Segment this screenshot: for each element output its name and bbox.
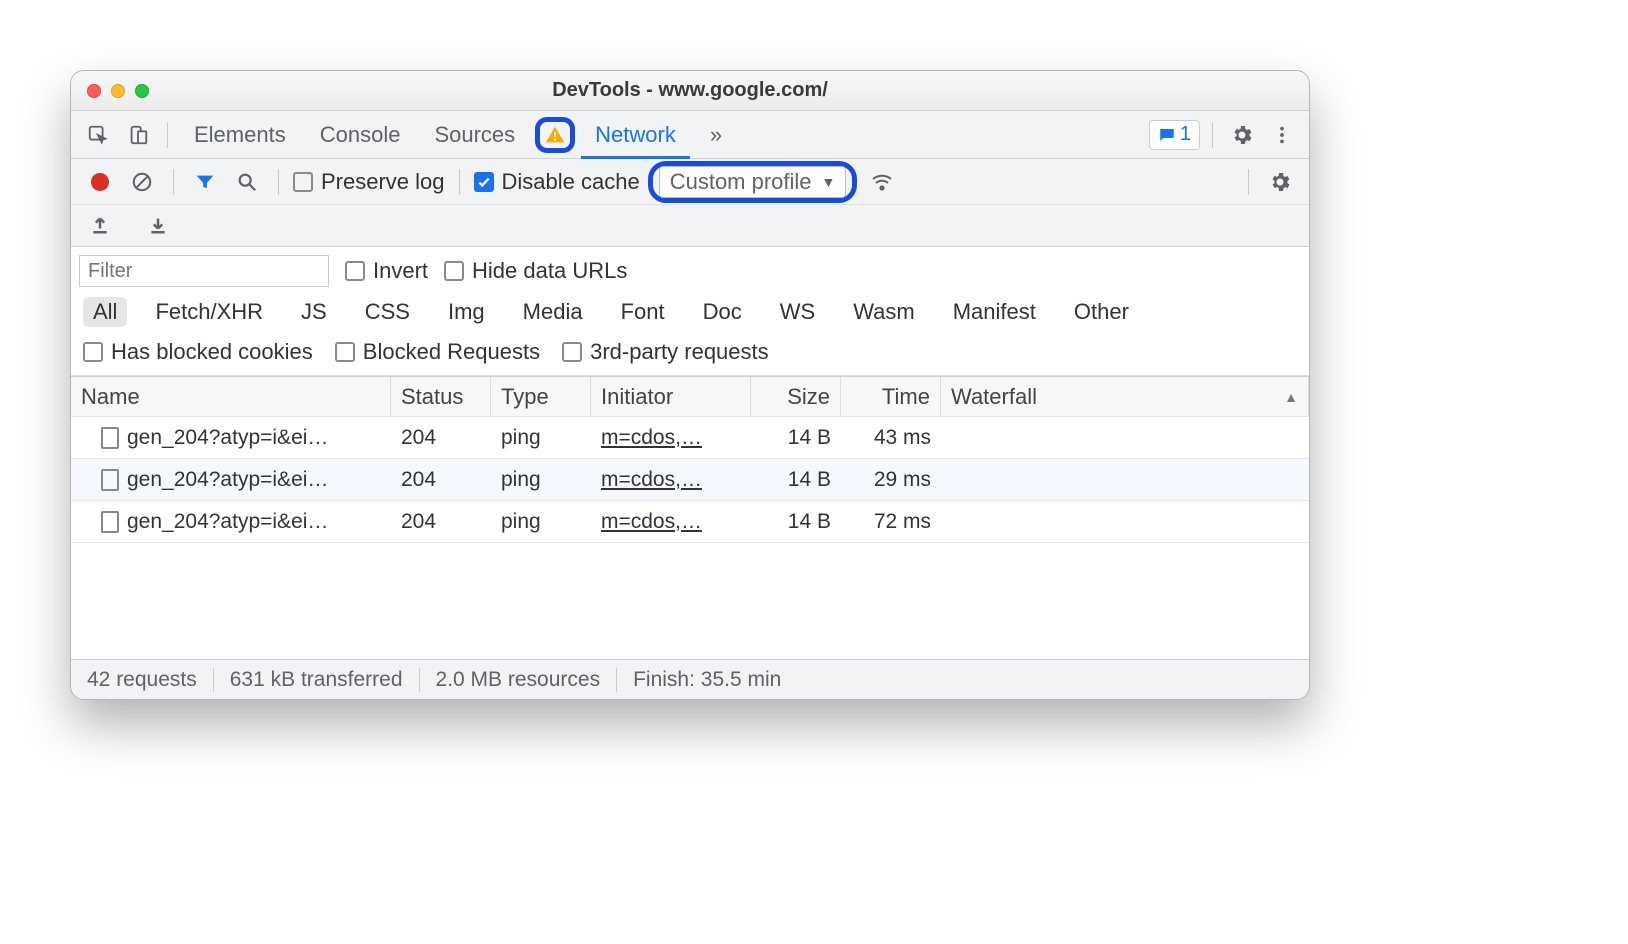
row-initiator[interactable]: m=cdos,… — [601, 510, 702, 534]
type-chip-img[interactable]: Img — [438, 297, 495, 327]
table-header: Name Status Type Initiator Size Time Wat… — [71, 377, 1309, 417]
network-settings-icon[interactable] — [1263, 165, 1297, 199]
filter-toggle-icon[interactable] — [188, 165, 222, 199]
type-chip-all[interactable]: All — [83, 297, 127, 327]
row-type: ping — [491, 417, 591, 458]
network-toolbar-2 — [71, 205, 1309, 247]
issues-count: 1 — [1180, 123, 1191, 146]
col-waterfall[interactable]: Waterfall▲ — [941, 377, 1309, 416]
throttle-highlight: Custom profile ▼ — [648, 161, 858, 203]
col-size[interactable]: Size — [751, 377, 841, 416]
warning-icon[interactable] — [544, 124, 566, 146]
col-type[interactable]: Type — [491, 377, 591, 416]
blocked-requests-checkbox[interactable]: Blocked Requests — [335, 339, 540, 365]
chevron-down-icon: ▼ — [822, 174, 836, 190]
type-chip-other[interactable]: Other — [1064, 297, 1139, 327]
preserve-log-checkbox[interactable]: Preserve log — [293, 169, 445, 195]
row-size: 14 B — [751, 459, 841, 500]
table-row[interactable]: gen_204?atyp=i&ei… 204ping m=cdos,… 14 B29 … — [71, 459, 1309, 501]
filter-input[interactable] — [79, 255, 329, 287]
type-chip-fetch-xhr[interactable]: Fetch/XHR — [145, 297, 273, 327]
import-har-icon[interactable] — [83, 209, 117, 243]
row-size: 14 B — [751, 417, 841, 458]
type-chip-wasm[interactable]: Wasm — [843, 297, 925, 327]
footer-requests: 42 requests — [71, 668, 214, 692]
tab-sources[interactable]: Sources — [420, 111, 529, 158]
row-name: gen_204?atyp=i&ei… — [127, 468, 328, 492]
row-time: 72 ms — [841, 501, 941, 542]
row-size: 14 B — [751, 501, 841, 542]
search-icon[interactable] — [230, 165, 264, 199]
row-waterfall — [941, 501, 1309, 542]
row-name: gen_204?atyp=i&ei… — [127, 510, 328, 534]
col-initiator[interactable]: Initiator — [591, 377, 751, 416]
warning-highlight — [535, 117, 575, 153]
inspect-icon[interactable] — [81, 118, 115, 152]
type-chip-doc[interactable]: Doc — [693, 297, 752, 327]
row-type: ping — [491, 459, 591, 500]
table-row[interactable]: gen_204?atyp=i&ei… 204ping m=cdos,… 14 B43 … — [71, 417, 1309, 459]
throttling-value: Custom profile — [670, 169, 812, 195]
row-status: 204 — [391, 417, 491, 458]
tab-network[interactable]: Network — [581, 111, 690, 158]
type-chip-js[interactable]: JS — [291, 297, 337, 327]
row-status: 204 — [391, 459, 491, 500]
tab-console[interactable]: Console — [306, 111, 415, 158]
tab-more[interactable]: » — [696, 111, 736, 158]
type-chip-manifest[interactable]: Manifest — [943, 297, 1046, 327]
footer-resources: 2.0 MB resources — [420, 668, 618, 692]
clear-button[interactable] — [125, 165, 159, 199]
window-title: DevTools - www.google.com/ — [71, 79, 1309, 102]
settings-icon[interactable] — [1225, 118, 1259, 152]
row-waterfall — [941, 459, 1309, 500]
export-har-icon[interactable] — [141, 209, 175, 243]
row-waterfall — [941, 417, 1309, 458]
record-button[interactable] — [83, 165, 117, 199]
has-blocked-cookies-checkbox[interactable]: Has blocked cookies — [83, 339, 313, 365]
col-name[interactable]: Name — [71, 377, 391, 416]
col-status[interactable]: Status — [391, 377, 491, 416]
footer-finish: Finish: 35.5 min — [617, 668, 797, 692]
tab-elements[interactable]: Elements — [180, 111, 300, 158]
disable-cache-checkbox[interactable]: Disable cache — [474, 169, 640, 195]
document-icon — [101, 469, 119, 491]
devtools-window: DevTools - www.google.com/ Elements Cons… — [70, 70, 1310, 700]
type-chip-css[interactable]: CSS — [355, 297, 420, 327]
table-row[interactable]: gen_204?atyp=i&ei… 204ping m=cdos,… 14 B72 … — [71, 501, 1309, 543]
filter-bar: Invert Hide data URLs All Fetch/XHR JS CSS I… — [71, 247, 1309, 376]
row-status: 204 — [391, 501, 491, 542]
col-time[interactable]: Time — [841, 377, 941, 416]
type-filter-chips: All Fetch/XHR JS CSS Img Media Font Doc WS Wasm Ma… — [79, 291, 1301, 333]
row-name: gen_204?atyp=i&ei… — [127, 426, 328, 450]
row-type: ping — [491, 501, 591, 542]
footer-transferred: 631 kB transferred — [214, 668, 420, 692]
disable-cache-label: Disable cache — [502, 169, 640, 195]
type-chip-font[interactable]: Font — [611, 297, 675, 327]
row-time: 43 ms — [841, 417, 941, 458]
hide-data-urls-checkbox[interactable]: Hide data URLs — [444, 258, 627, 284]
requests-table: Name Status Type Initiator Size Time Wat… — [71, 376, 1309, 659]
row-time: 29 ms — [841, 459, 941, 500]
row-initiator[interactable]: m=cdos,… — [601, 468, 702, 492]
kebab-menu-icon[interactable] — [1265, 118, 1299, 152]
document-icon — [101, 511, 119, 533]
document-icon — [101, 427, 119, 449]
invert-checkbox[interactable]: Invert — [345, 258, 428, 284]
titlebar: DevTools - www.google.com/ — [71, 71, 1309, 111]
third-party-checkbox[interactable]: 3rd-party requests — [562, 339, 769, 365]
status-bar: 42 requests 631 kB transferred 2.0 MB re… — [71, 659, 1309, 699]
type-chip-ws[interactable]: WS — [770, 297, 825, 327]
issues-button[interactable]: 1 — [1149, 120, 1200, 150]
type-chip-media[interactable]: Media — [513, 297, 593, 327]
sort-asc-icon: ▲ — [1284, 389, 1298, 405]
network-conditions-icon[interactable] — [865, 165, 899, 199]
network-toolbar: Preserve log Disable cache Custom profil… — [71, 159, 1309, 205]
main-tabbar: Elements Console Sources Network » 1 — [71, 111, 1309, 159]
throttling-select[interactable]: Custom profile ▼ — [659, 166, 847, 198]
preserve-log-label: Preserve log — [321, 169, 445, 195]
device-toggle-icon[interactable] — [121, 118, 155, 152]
row-initiator[interactable]: m=cdos,… — [601, 426, 702, 450]
